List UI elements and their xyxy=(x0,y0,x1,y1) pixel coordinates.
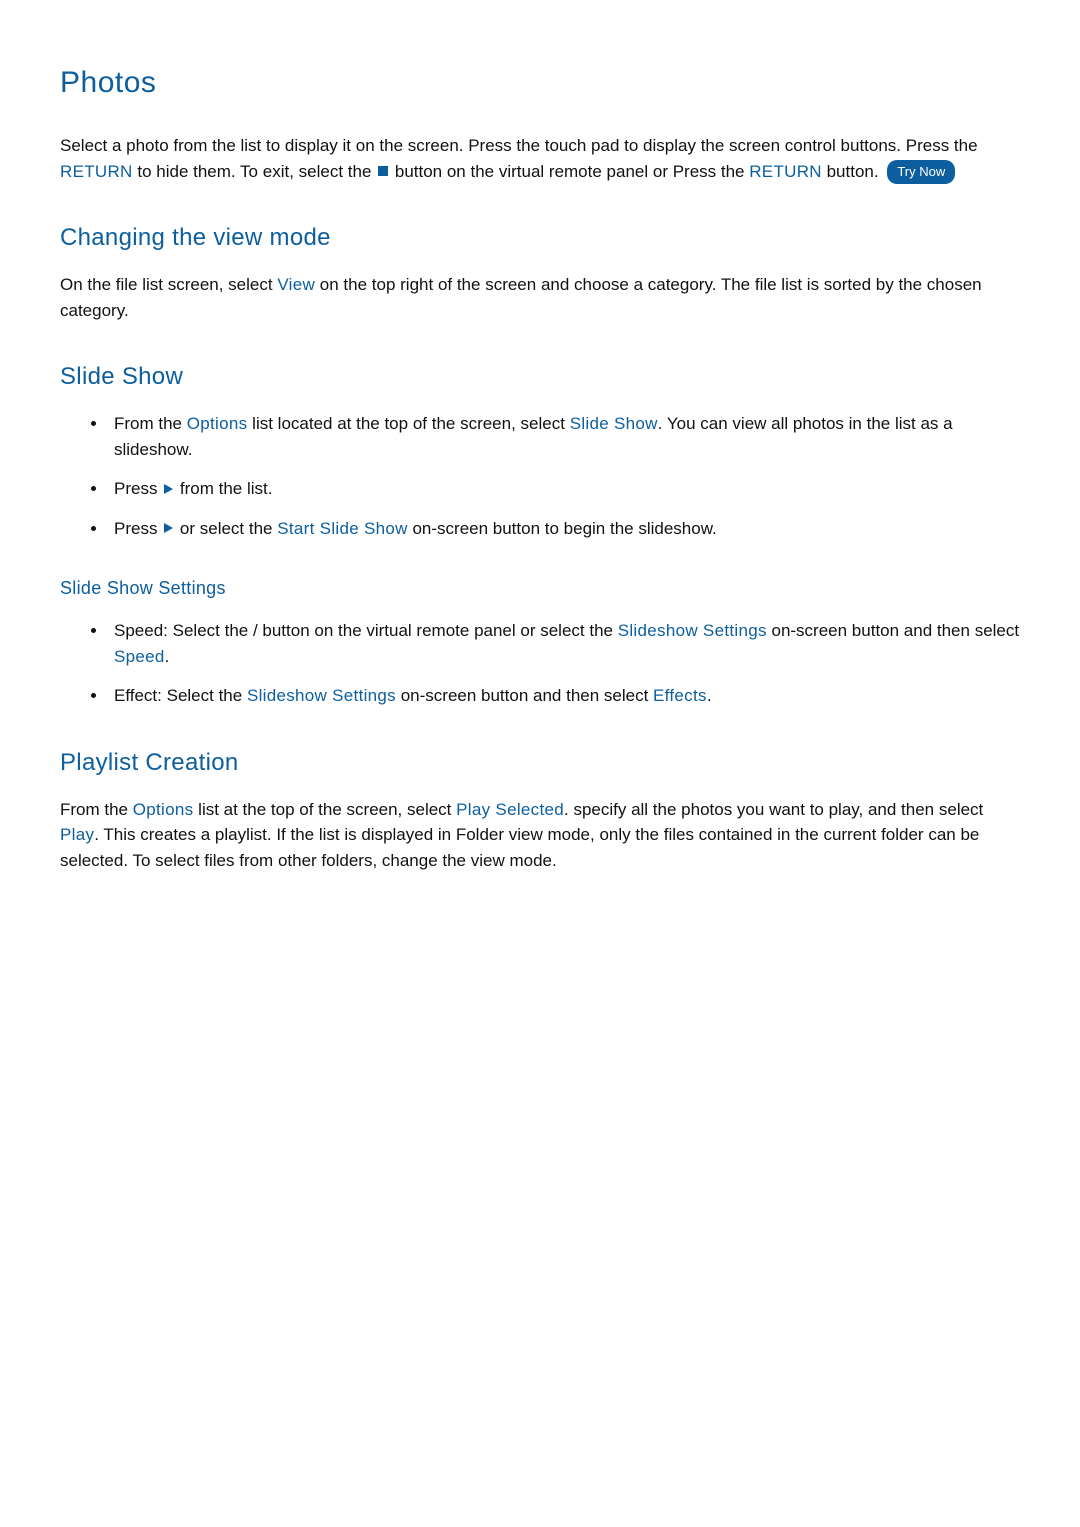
li-text: Press xyxy=(114,479,162,498)
try-now-button[interactable]: Try Now xyxy=(887,160,955,184)
li-text: : Select the xyxy=(157,686,247,705)
view-mode-text-1: On the file list screen, select xyxy=(60,275,277,294)
options-term: Options xyxy=(133,800,194,819)
slideshow-settings-term: Slideshow Settings xyxy=(247,686,396,705)
pc-text: From the xyxy=(60,800,133,819)
effect-label: Effect xyxy=(114,686,157,705)
intro-text-1: Select a photo from the list to display … xyxy=(60,136,978,155)
li-text: on-screen button and then select xyxy=(396,686,653,705)
play-icon xyxy=(164,523,173,533)
pc-text: . specify all the photos you want to pla… xyxy=(564,800,983,819)
play-icon xyxy=(164,484,173,494)
effects-term: Effects xyxy=(653,686,707,705)
view-term: View xyxy=(277,275,315,294)
li-text: Press xyxy=(114,519,162,538)
play-term: Play xyxy=(60,825,94,844)
start-slide-show-term: Start Slide Show xyxy=(277,519,407,538)
pc-text: . This creates a playlist. If the list i… xyxy=(60,825,979,870)
li-text: on-screen button and then select xyxy=(767,621,1019,640)
intro-paragraph: Select a photo from the list to display … xyxy=(60,133,1020,184)
slideshow-settings-term: Slideshow Settings xyxy=(618,621,767,640)
list-item: Press or select the Start Slide Show on-… xyxy=(108,516,1020,542)
list-item: Press from the list. xyxy=(108,476,1020,502)
intro-text-4: button. xyxy=(822,162,883,181)
li-text: : Select the / button on the virtual rem… xyxy=(163,621,618,640)
li-text: or select the xyxy=(175,519,277,538)
options-term: Options xyxy=(187,414,248,433)
li-text: From the xyxy=(114,414,187,433)
speed-label: Speed xyxy=(114,621,163,640)
speed-term: Speed xyxy=(114,647,165,666)
list-item: Effect: Select the Slideshow Settings on… xyxy=(108,683,1020,709)
li-text: on-screen button to begin the slideshow. xyxy=(408,519,717,538)
intro-text-2: to hide them. To exit, select the xyxy=(133,162,377,181)
stop-icon xyxy=(378,166,388,176)
li-text: list located at the top of the screen, s… xyxy=(247,414,569,433)
section-heading-slide-show: Slide Show xyxy=(60,359,1020,395)
return-label-2: RETURN xyxy=(749,162,822,181)
slide-show-term: Slide Show xyxy=(570,414,658,433)
slide-show-settings-list: Speed: Select the / button on the virtua… xyxy=(60,618,1020,709)
li-text: from the list. xyxy=(175,479,272,498)
li-text: . xyxy=(165,647,170,666)
list-item: From the Options list located at the top… xyxy=(108,411,1020,462)
section-heading-playlist-creation: Playlist Creation xyxy=(60,745,1020,781)
return-label-1: RETURN xyxy=(60,162,133,181)
section-heading-view-mode: Changing the view mode xyxy=(60,220,1020,256)
list-item: Speed: Select the / button on the virtua… xyxy=(108,618,1020,669)
intro-text-3: button on the virtual remote panel or Pr… xyxy=(390,162,749,181)
li-text: . xyxy=(707,686,712,705)
pc-text: list at the top of the screen, select xyxy=(193,800,456,819)
view-mode-paragraph: On the file list screen, select View on … xyxy=(60,272,1020,323)
play-selected-term: Play Selected xyxy=(456,800,564,819)
subsection-heading-slide-show-settings: Slide Show Settings xyxy=(60,575,1020,602)
slide-show-list: From the Options list located at the top… xyxy=(60,411,1020,541)
playlist-creation-paragraph: From the Options list at the top of the … xyxy=(60,797,1020,874)
page-title: Photos xyxy=(60,60,1020,105)
